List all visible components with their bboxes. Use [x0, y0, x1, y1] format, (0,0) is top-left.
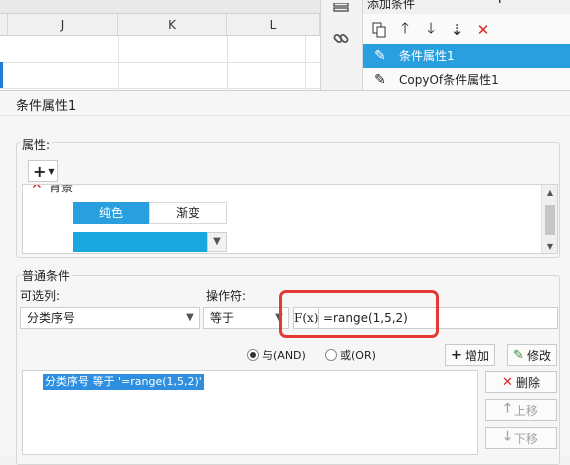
- condition-item[interactable]: ✎ CopyOf条件属性1: [363, 68, 570, 92]
- and-radio[interactable]: [247, 349, 259, 361]
- scrollbar[interactable]: ▲ ▼: [541, 185, 557, 253]
- highlight-annotation: [279, 290, 439, 338]
- color-swatch[interactable]: [73, 232, 227, 252]
- attribute-name: 背景: [49, 184, 74, 194]
- copy-icon[interactable]: [369, 20, 389, 40]
- grid-line: [305, 36, 306, 92]
- modify-button[interactable]: ✎ 修改: [507, 344, 557, 366]
- column-label: 可选列:: [20, 289, 61, 303]
- tab-solid-color[interactable]: 纯色: [73, 202, 149, 224]
- divider: [0, 115, 570, 116]
- move-up-button-label: 上移: [513, 403, 538, 418]
- selection-marker: [0, 62, 3, 88]
- delete-icon[interactable]: ✕: [473, 20, 493, 40]
- dialog-title: 条件属性1: [16, 99, 77, 114]
- move-down-button-label: 下移: [513, 431, 538, 446]
- condition-item[interactable]: ✎ 条件属性1: [363, 44, 570, 68]
- panel-title: 添加条件: [367, 0, 416, 11]
- arrow-up-icon: 🡑: [504, 401, 511, 416]
- pencil-icon: ✎: [374, 48, 386, 64]
- grid-line: [0, 62, 320, 63]
- modify-button-label: 修改: [526, 348, 551, 363]
- scrollbar-thumb[interactable]: [545, 205, 555, 235]
- add-button-label: 增加: [464, 348, 489, 363]
- or-radio[interactable]: [325, 349, 337, 361]
- attribute-list: ✕ 背景 纯色 渐变 ▼ ▲ ▼: [22, 184, 558, 254]
- chevron-down-icon[interactable]: ▼: [542, 239, 557, 253]
- move-up-button[interactable]: 🡑 上移: [485, 399, 557, 421]
- tab-gradient[interactable]: 渐变: [149, 202, 227, 224]
- col-header-l[interactable]: L: [227, 14, 320, 36]
- panel-header: 添加条件 +: [363, 0, 570, 14]
- spreadsheet-area: J K L: [0, 0, 320, 92]
- plus-icon[interactable]: +: [493, 0, 506, 6]
- delete-icon: ✕: [502, 374, 513, 390]
- expression-row[interactable]: 分类序号 等于 '=range(1,5,2)': [43, 374, 204, 390]
- move-down-button[interactable]: 🡓 下移: [485, 427, 557, 449]
- panel-toolbar: 🡑 🡓 ⇣ ✕: [363, 16, 570, 44]
- column-select-value: 分类序号: [27, 311, 76, 325]
- move-bottom-icon[interactable]: ⇣: [447, 20, 467, 40]
- and-radio-label: 与(AND): [262, 349, 306, 362]
- grid-line: [227, 36, 228, 92]
- column-select[interactable]: 分类序号 ▼: [20, 307, 200, 329]
- grid-line: [0, 88, 320, 89]
- edit-icon: ✎: [513, 347, 524, 363]
- condition-list-panel: 添加条件 + 🡑 🡓 ⇣ ✕ ✎ 条件属性1 ✎ CopyOf条件属性1: [362, 0, 570, 92]
- delete-button[interactable]: ✕ 删除: [485, 371, 557, 393]
- attributes-label: 属性:: [20, 136, 53, 153]
- condition-item-label: 条件属性1: [399, 49, 455, 63]
- pencil-icon: ✎: [374, 72, 386, 88]
- link-icon[interactable]: [332, 30, 350, 48]
- operator-select-value: 等于: [210, 311, 235, 325]
- operator-label: 操作符:: [206, 289, 247, 303]
- add-button[interactable]: + 增加: [445, 344, 495, 366]
- or-radio-label: 或(OR): [340, 349, 376, 362]
- chevron-up-icon[interactable]: ▲: [542, 185, 557, 201]
- condition-expression-list: 分类序号 等于 '=range(1,5,2)': [22, 370, 478, 455]
- arrow-up-icon[interactable]: 🡑: [395, 19, 415, 40]
- add-attribute-button[interactable]: + ▼: [28, 160, 58, 182]
- chevron-down-icon[interactable]: ▼: [207, 232, 227, 252]
- arrow-down-icon[interactable]: 🡓: [421, 19, 441, 40]
- col-header-stub: [0, 14, 8, 36]
- arrow-down-icon: 🡓: [504, 429, 511, 444]
- layers-icon[interactable]: [333, 2, 349, 12]
- delete-button-label: 删除: [515, 375, 540, 390]
- caret-icon: ▼: [48, 166, 55, 176]
- remove-attribute-icon[interactable]: ✕: [31, 185, 43, 193]
- chevron-down-icon: ▼: [186, 312, 194, 323]
- operator-select[interactable]: 等于 ▼: [203, 307, 289, 329]
- grid-line: [118, 36, 119, 92]
- col-header-j[interactable]: J: [8, 14, 118, 36]
- condition-item-label: CopyOf条件属性1: [399, 73, 499, 87]
- plus-icon: +: [33, 161, 47, 181]
- plus-icon: +: [451, 347, 462, 363]
- side-toolbar: [320, 0, 362, 92]
- sheet-toolbar-strip: [0, 0, 320, 14]
- condition-group-label: 普通条件: [20, 267, 73, 284]
- col-header-k[interactable]: K: [118, 14, 227, 36]
